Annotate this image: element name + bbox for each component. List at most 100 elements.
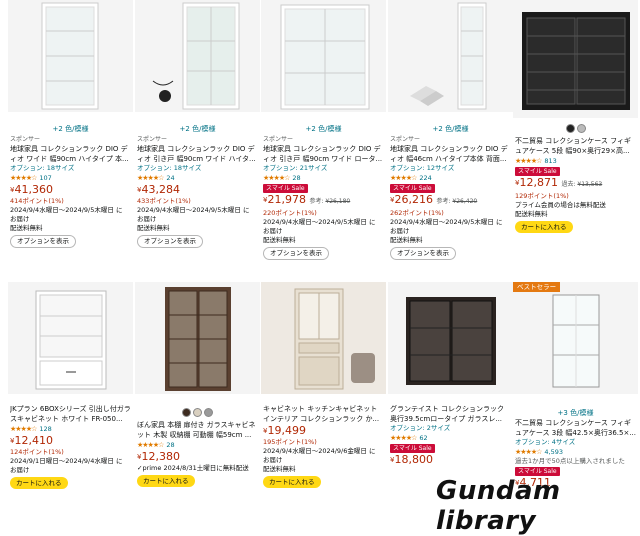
review-count[interactable]: 4,593 [544,448,563,456]
rating-stars[interactable]: ★★★★☆ [10,174,37,182]
product-title[interactable]: キャビネット キッチンキャビネット インテリア コレクションラック か... [263,404,384,424]
product-image[interactable] [388,282,513,394]
sponsored-label: スポンサー [390,136,421,143]
product-title[interactable]: 不二貿易 コレクションケース フィギュアケース 5段 幅90×奥行29×高... [515,136,636,156]
cabinet-image [409,2,486,110]
rating-stars[interactable]: ★★★★☆ [515,157,542,165]
add-to-cart-button[interactable]: カートに入れる [10,477,68,489]
color-swatches[interactable] [513,124,638,136]
rating-stars[interactable]: ★★★★☆ [390,434,417,442]
product-image[interactable] [135,0,260,112]
sponsored-label: スポンサー [263,136,294,143]
points: 220ポイント(1%) [263,209,317,217]
shipping-free: 配送料無料 [515,210,548,218]
product-title[interactable]: ぼん家具 本棚 扉付き ガラスキャビネット 木製 収納棚 可動棚 幅59cm .… [137,420,258,440]
variants-link[interactable]: +2 色/模様 [135,124,260,134]
swatch-gray[interactable] [576,124,586,133]
reference-price: 過去: ¥13,563 [561,181,603,188]
review-count[interactable]: 813 [544,157,556,165]
points: 262ポイント(1%) [390,209,444,217]
swatch-brown[interactable] [182,408,191,417]
product-card[interactable]: +2 色/模様 スポンサー 地球家具 コレクションラック DIO ディオ ワイド… [8,0,133,270]
variants-link[interactable]: +3 色/模様 [513,408,638,418]
review-count[interactable]: 224 [419,174,431,182]
product-title[interactable]: 地球家具 コレクションラック DIO ディオ 引き戸 幅90cm ワイド ロータ… [263,144,384,164]
variants-link[interactable]: +2 色/模様 [8,124,133,134]
product-title[interactable]: 不二貿易 コレクションケース フィギュアケース 3段 幅42.5×奥行36.5×… [515,418,636,438]
product-card[interactable]: ベストセラー +3 色/模様 不二貿易 コレクションケース フィギュアケース 3… [513,282,638,507]
delivery-arrival: お届け [263,227,283,235]
review-count[interactable]: 28 [166,441,174,449]
show-options-button[interactable]: オプションを表示 [137,235,203,248]
delivery-arrival: お届け [10,215,30,223]
product-image[interactable] [8,282,133,394]
price: ¥21,978 参考: ¥26,180 [263,193,351,206]
show-options-button[interactable]: オプションを表示 [390,247,456,260]
review-count[interactable]: 28 [292,174,300,182]
delivery-date: 2024/9/1日曜日～2024/9/4水曜日 に [10,457,123,465]
swatch-natural[interactable] [193,408,202,417]
review-count[interactable]: 62 [419,434,427,442]
delivery-arrival: お届け [263,456,283,464]
review-count[interactable]: 107 [39,174,51,182]
product-card[interactable]: キャビネット キッチンキャビネット インテリア コレクションラック か... ¥… [261,282,386,507]
product-image[interactable] [261,282,386,394]
points: 195ポイント(1%) [263,438,317,446]
swatch-black[interactable] [565,124,575,133]
shipping-free: 配送料無料 [10,224,43,232]
product-card[interactable]: 不二貿易 コレクションケース フィギュアケース 5段 幅90×奥行29×高...… [513,0,638,270]
product-title[interactable]: JKプラン 6BOXシリーズ 引出し付ガラスキャビネット ホワイト FR-050… [10,404,131,424]
product-card[interactable]: ぼん家具 本棚 扉付き ガラスキャビネット 木製 収納棚 可動棚 幅59cm .… [135,282,260,507]
reference-price: 参考: ¥26,420 [436,198,478,205]
product-card[interactable]: グランテイスト コレクションラック 奥行39.5cmロータイプ ガラスレ... … [388,282,513,507]
show-options-button[interactable]: オプションを表示 [263,247,329,260]
shipping-free: 配送料無料 [137,224,170,232]
show-options-button[interactable]: オプションを表示 [10,235,76,248]
product-card[interactable]: +2 色/模様 スポンサー 地球家具 コレクションラック DIO ディオ 幅46… [388,0,513,270]
swatch-gray[interactable] [204,408,213,417]
product-image[interactable] [135,282,260,394]
cabinet-image [41,2,98,110]
product-image[interactable] [388,0,513,112]
sale-badge: スマイル Sale [390,184,435,193]
product-image[interactable] [261,0,386,112]
product-card[interactable]: +2 色/模様 スポンサー 地球家具 コレクションラック DIO ディオ 引き戸… [261,0,386,270]
rating-stars[interactable]: ★★★★☆ [515,448,542,456]
product-image[interactable] [513,282,638,394]
price: ¥12,410 [10,434,53,447]
product-image[interactable] [513,0,638,118]
delivery-arrival: お届け [390,227,410,235]
rating-stars[interactable]: ★★★★☆ [390,174,417,182]
price: ¥12,871 過去: ¥13,563 [515,176,603,189]
cabinet-image [552,294,599,388]
delivery-date: 2024/9/4水曜日～2024/9/5木曜日 に [137,206,250,214]
cabinet-image [294,288,375,390]
shipping-free: 配送料無料 [390,236,423,244]
product-card[interactable]: JKプラン 6BOXシリーズ 引出し付ガラスキャビネット ホワイト FR-050… [8,282,133,507]
variants-link[interactable]: +2 色/模様 [261,124,386,134]
add-to-cart-button[interactable]: カートに入れる [515,221,573,233]
color-swatches[interactable] [135,408,260,420]
rating-stars[interactable]: ★★★★☆ [137,441,164,449]
product-image[interactable] [8,0,133,112]
product-title[interactable]: 地球家具 コレクションラック DIO ディオ 幅46cm ハイタイプ本体 背面.… [390,144,511,164]
product-card[interactable]: +2 色/模様 スポンサー 地球家具 コレクションラック DIO ディオ 引き戸… [135,0,260,270]
option-count: オプション: 12サイズ [390,164,455,172]
add-to-cart-button[interactable]: カートに入れる [263,476,321,488]
add-to-cart-button[interactable]: カートに入れる [137,475,195,487]
points: 124ポイント(1%) [10,448,64,456]
option-count: オプション: 2サイズ [390,424,451,432]
price: ¥41,360 [10,183,53,196]
delivery-arrival: お届け [137,215,157,223]
rating-stars[interactable]: ★★★★☆ [263,174,290,182]
product-title[interactable]: 地球家具 コレクションラック DIO ディオ ワイド 幅90cm ハイタイプ 本… [10,144,131,164]
review-count[interactable]: 24 [166,174,174,182]
delivery-date: 2024/9/4水曜日～2024/9/6金曜日 に [263,447,376,455]
sponsored-label: スポンサー [137,136,168,143]
rating-stars[interactable]: ★★★★☆ [10,425,37,433]
product-title[interactable]: グランテイスト コレクションラック 奥行39.5cmロータイプ ガラスレ... [390,404,511,424]
review-count[interactable]: 128 [39,425,51,433]
rating-stars[interactable]: ★★★★☆ [137,174,164,182]
variants-link[interactable]: +2 色/模様 [388,124,513,134]
product-title[interactable]: 地球家具 コレクションラック DIO ディオ 引き戸 幅90cm ワイド ハイタ… [137,144,258,164]
